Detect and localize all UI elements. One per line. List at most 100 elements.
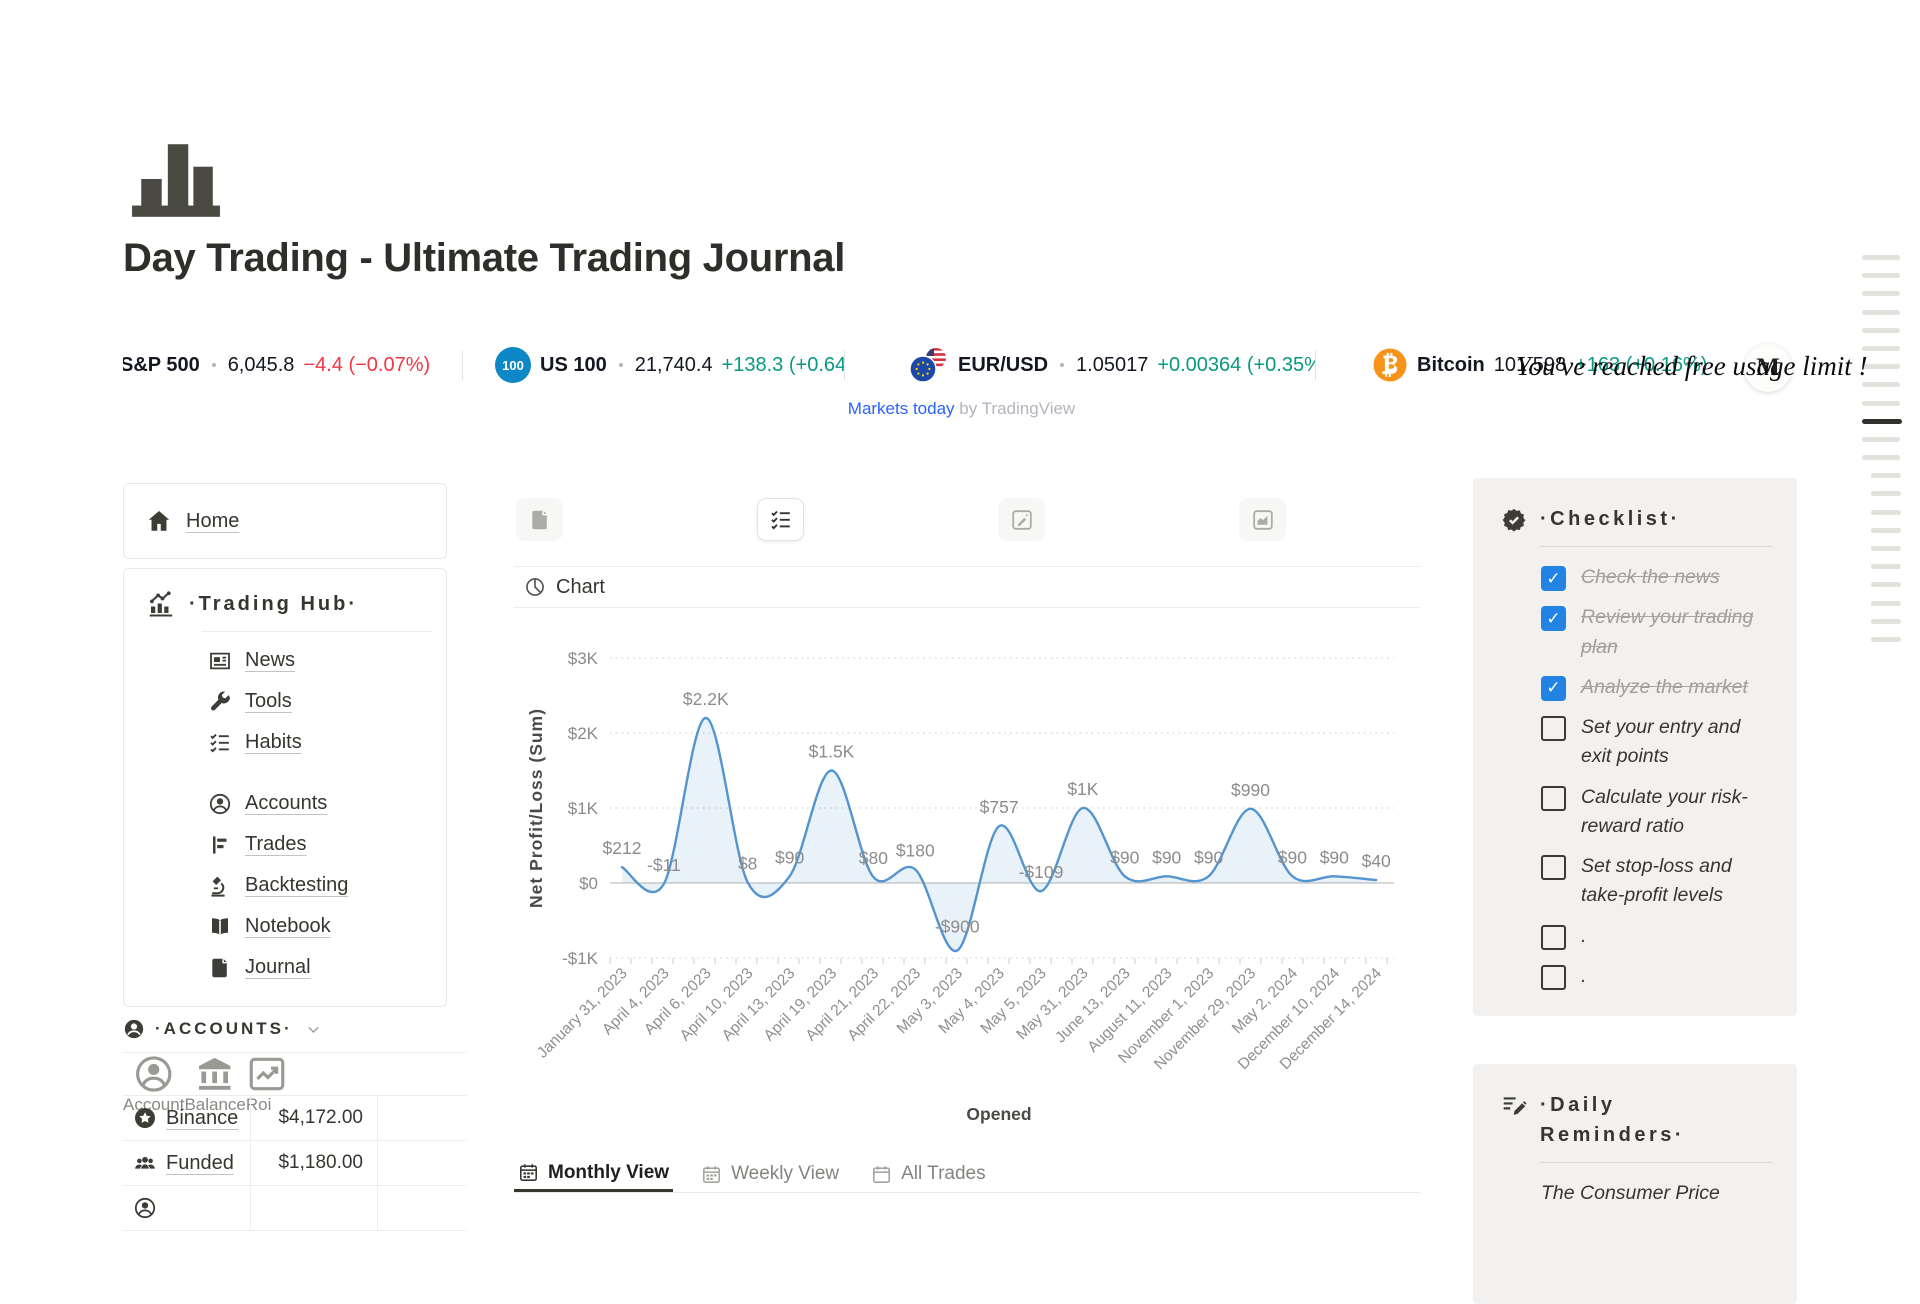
svg-text:Opened: Opened: [966, 1104, 1031, 1124]
svg-text:$90: $90: [1320, 847, 1349, 867]
ticker-us-100[interactable]: 100 US 100 21,740.4 +138.3 (+0.64%): [463, 342, 845, 388]
outline-mark[interactable]: [1871, 601, 1901, 606]
outline-mark[interactable]: [1862, 437, 1900, 442]
checkbox[interactable]: [1541, 676, 1566, 701]
outline-mark[interactable]: [1862, 291, 1900, 296]
roi-cell[interactable]: [378, 1141, 467, 1185]
ticker-value: 21,740.4: [635, 354, 713, 377]
tab-label[interactable]: Monthly View: [548, 1162, 669, 1184]
checkbox[interactable]: [1541, 965, 1566, 990]
sidebar-item-notebook[interactable]: Notebook: [146, 906, 432, 947]
balance-cell[interactable]: $4,172.00: [250, 1096, 378, 1140]
checkbox[interactable]: [1541, 606, 1566, 631]
daily-reminders-body: The Consumer Price: [1541, 1179, 1773, 1208]
outline-mark[interactable]: [1871, 619, 1901, 624]
outline-mark[interactable]: [1871, 546, 1901, 551]
account-link[interactable]: Funded: [166, 1152, 234, 1175]
roi-cell[interactable]: [378, 1096, 467, 1140]
balance-cell[interactable]: [250, 1186, 378, 1230]
outline-mark[interactable]: [1871, 491, 1901, 496]
sidebar-item-backtesting[interactable]: Backtesting: [146, 865, 432, 906]
roi-cell[interactable]: [378, 1186, 467, 1230]
outline-mark[interactable]: [1871, 582, 1901, 587]
sidebar-item-label[interactable]: News: [245, 649, 295, 672]
home-label[interactable]: Home: [186, 510, 239, 533]
account-cell[interactable]: [123, 1186, 250, 1230]
checkbox[interactable]: [1541, 925, 1566, 950]
checklist-item-label: .: [1581, 922, 1586, 951]
svg-text:$1K: $1K: [568, 799, 599, 818]
outline-mark[interactable]: [1862, 310, 1900, 315]
sidebar-item-label[interactable]: Habits: [245, 731, 302, 754]
column-icon: [246, 1053, 288, 1095]
outline-mark[interactable]: [1862, 382, 1900, 387]
checkbox[interactable]: [1541, 855, 1566, 880]
daily-reminders-panel: ·Daily Reminders· The Consumer Price: [1473, 1064, 1797, 1304]
svg-text:$80: $80: [859, 848, 888, 868]
account-cell[interactable]: Binance: [123, 1096, 250, 1140]
sidebar-item-accounts[interactable]: Accounts: [146, 783, 432, 824]
sidebar-item-label[interactable]: Notebook: [245, 915, 331, 938]
tab-label[interactable]: All Trades: [901, 1163, 985, 1185]
toolbar-button[interactable]: [516, 498, 563, 541]
page-icon-bar-chart[interactable]: [130, 134, 222, 226]
outline-mark[interactable]: [1862, 364, 1900, 369]
balance-cell[interactable]: $1,180.00: [250, 1141, 378, 1185]
column-account[interactable]: Account: [123, 1053, 184, 1095]
sidebar-item-label[interactable]: Accounts: [245, 792, 327, 815]
outline-mark[interactable]: [1862, 328, 1900, 333]
checklist-item-calculate-your-risk-reward-ratio: Calculate your risk-reward ratio: [1541, 783, 1773, 842]
outline-mark[interactable]: [1871, 637, 1901, 642]
account-cell[interactable]: Funded: [123, 1141, 250, 1185]
checkbox[interactable]: [1541, 716, 1566, 741]
tab-label[interactable]: Weekly View: [731, 1163, 839, 1185]
toolbar-button[interactable]: [757, 498, 804, 541]
checkbox[interactable]: [1541, 566, 1566, 591]
sidebar-item-label[interactable]: Tools: [245, 690, 292, 713]
badge-check-icon: [1501, 507, 1527, 533]
accounts-section-header[interactable]: ·ACCOUNTS·: [123, 1018, 322, 1040]
sidebar-item-journal[interactable]: Journal: [146, 947, 432, 988]
outline-mark[interactable]: [1862, 273, 1900, 278]
outline-mark[interactable]: [1862, 455, 1900, 460]
markets-today-link[interactable]: Markets today: [848, 399, 955, 418]
sidebar-item-tools[interactable]: Tools: [146, 681, 432, 722]
tab-weekly-view[interactable]: Weekly View: [697, 1150, 843, 1192]
sidebar-item-icon: [208, 833, 232, 857]
sidebar-item-home[interactable]: Home: [123, 483, 447, 559]
outline-mark[interactable]: [1871, 564, 1901, 569]
sidebar-item-label[interactable]: Journal: [245, 956, 311, 979]
sidebar-item-label[interactable]: Backtesting: [245, 874, 348, 897]
toolbar-button[interactable]: [1239, 498, 1286, 541]
column-icon: [184, 1053, 245, 1095]
checkbox[interactable]: [1541, 786, 1566, 811]
tradingview-attribution: Markets today by TradingView: [123, 399, 1800, 419]
svg-text:$757: $757: [980, 797, 1019, 817]
outline-mark[interactable]: [1871, 473, 1901, 478]
dot-separator-icon: [1060, 363, 1064, 367]
account-link[interactable]: Binance: [166, 1107, 238, 1130]
column-roi[interactable]: Roi: [246, 1053, 288, 1095]
ticker-s-p-500[interactable]: S&P 500 6,045.8 −4.4 (−0.07%): [123, 342, 463, 388]
ticker-eur-usd[interactable]: EUR/USD 1.05017 +0.00364 (+0.35%): [845, 342, 1316, 388]
outline-mark[interactable]: [1862, 255, 1900, 260]
outline-mark[interactable]: [1871, 528, 1901, 533]
toolbar-button-icon: [769, 508, 793, 532]
toolbar-button[interactable]: [998, 498, 1045, 541]
sidebar-item-habits[interactable]: Habits: [146, 722, 432, 763]
outline-mark[interactable]: [1862, 401, 1900, 406]
checklist-item-check-the-news: Check the news: [1541, 563, 1773, 592]
column-balance[interactable]: Balance: [184, 1053, 245, 1095]
outline-mark-active[interactable]: [1862, 419, 1902, 424]
page-title[interactable]: Day Trading - Ultimate Trading Journal: [123, 236, 845, 281]
outline-mark[interactable]: [1871, 510, 1901, 515]
tab-monthly-view[interactable]: Monthly View: [514, 1150, 673, 1192]
toolbar-button-icon: [1251, 508, 1275, 532]
sidebar-item-trades[interactable]: Trades: [146, 824, 432, 865]
outline-mark[interactable]: [1862, 346, 1900, 351]
tab-all-trades[interactable]: All Trades: [867, 1150, 989, 1192]
sidebar-item-label[interactable]: Trades: [245, 833, 307, 856]
chevron-down-icon[interactable]: [305, 1021, 322, 1038]
sidebar-item-news[interactable]: News: [146, 640, 432, 681]
person-icon: [123, 1018, 145, 1040]
